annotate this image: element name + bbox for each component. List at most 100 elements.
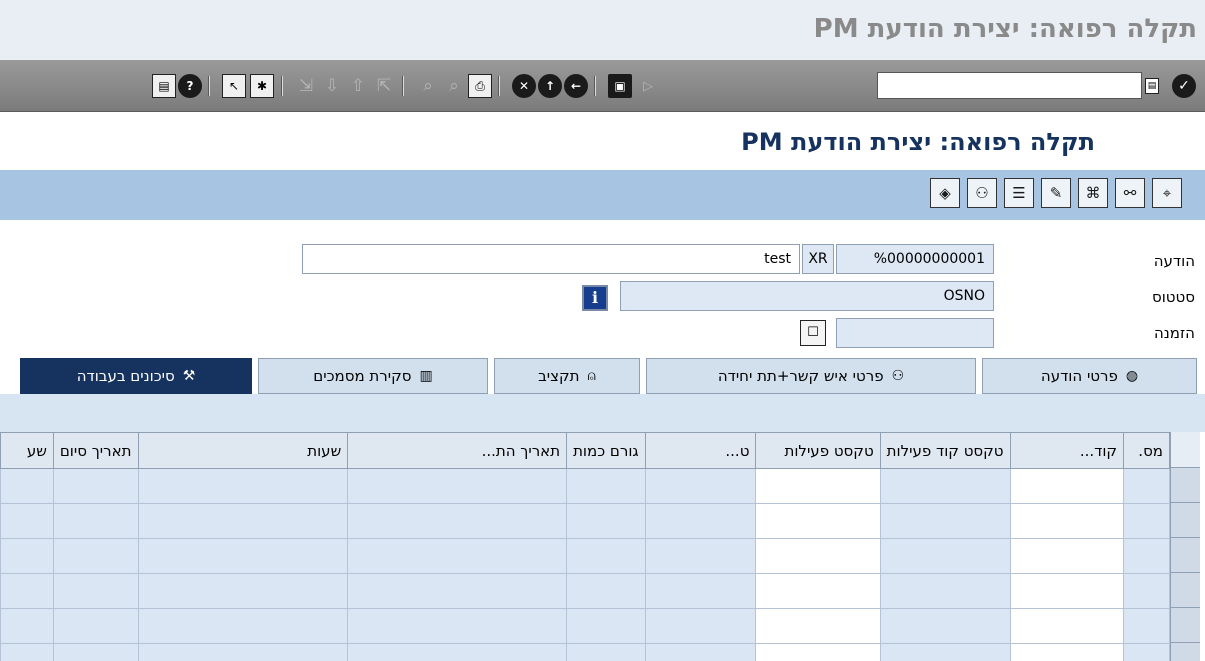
- table-cell[interactable]: [755, 643, 881, 661]
- table-cell[interactable]: [137, 608, 349, 644]
- table-cell[interactable]: [755, 468, 881, 504]
- table-cell[interactable]: [879, 468, 1011, 504]
- status-field[interactable]: OSNO: [620, 281, 994, 311]
- table-cell[interactable]: [644, 503, 757, 539]
- table-cell[interactable]: [566, 503, 646, 539]
- table-cell[interactable]: [347, 538, 568, 574]
- table-cell[interactable]: [52, 538, 139, 574]
- notification-number-field[interactable]: %00000000001: [836, 244, 994, 274]
- table-cell[interactable]: [52, 468, 139, 504]
- table-cell[interactable]: [644, 468, 757, 504]
- back-icon[interactable]: ←: [564, 74, 588, 98]
- table-cell[interactable]: [566, 643, 646, 661]
- table-cell[interactable]: [52, 503, 139, 539]
- table-cell[interactable]: [1009, 573, 1125, 609]
- table-cell[interactable]: [566, 538, 646, 574]
- table-cell[interactable]: [755, 573, 881, 609]
- table-cell[interactable]: [347, 468, 568, 504]
- table-cell[interactable]: [1009, 503, 1125, 539]
- order-field[interactable]: [836, 318, 994, 348]
- table-cell[interactable]: [347, 608, 568, 644]
- table-cell[interactable]: [644, 538, 757, 574]
- row-selector[interactable]: [1171, 573, 1200, 608]
- table-cell[interactable]: [0, 608, 54, 644]
- row-selector[interactable]: [1171, 643, 1200, 661]
- tab-document-overview[interactable]: ▥ סקירת מסמכים: [258, 358, 488, 394]
- column-header[interactable]: גורם כמות: [566, 432, 646, 469]
- column-header[interactable]: תאריך הת...: [347, 432, 568, 469]
- table-cell[interactable]: [1123, 468, 1170, 504]
- table-cell[interactable]: [52, 573, 139, 609]
- notification-type-field[interactable]: XR: [802, 244, 834, 274]
- table-cell[interactable]: [347, 643, 568, 661]
- table-cell[interactable]: [52, 608, 139, 644]
- table-cell[interactable]: [1123, 503, 1170, 539]
- exit-icon[interactable]: ↑: [538, 74, 562, 98]
- tab-work-risks[interactable]: ⚒ סיכונים בעבודה: [20, 358, 252, 394]
- table-cell[interactable]: [1009, 468, 1125, 504]
- tab-notification-details[interactable]: ◍ פרטי הודעה: [982, 358, 1197, 394]
- shortcut-icon[interactable]: ↖: [222, 74, 246, 98]
- column-header[interactable]: קוד...: [1009, 432, 1125, 469]
- document-icon[interactable]: ☰: [1004, 178, 1034, 208]
- column-header[interactable]: שעות: [137, 432, 349, 469]
- row-selector[interactable]: [1171, 503, 1200, 538]
- table-cell[interactable]: [1123, 573, 1170, 609]
- previous-page-icon[interactable]: ⇧: [346, 74, 370, 98]
- table-cell[interactable]: [879, 503, 1011, 539]
- select-all-button[interactable]: [1171, 432, 1200, 468]
- table-cell[interactable]: [566, 608, 646, 644]
- row-selector[interactable]: [1171, 538, 1200, 573]
- tools-icon[interactable]: ⌘: [1078, 178, 1108, 208]
- display-object-icon[interactable]: ◈: [930, 178, 960, 208]
- table-cell[interactable]: [0, 643, 54, 661]
- command-input[interactable]: [878, 73, 1141, 98]
- table-cell[interactable]: [137, 573, 349, 609]
- table-row[interactable]: [0, 503, 1170, 539]
- table-cell[interactable]: [137, 538, 349, 574]
- table-cell[interactable]: [644, 573, 757, 609]
- binoculars-icon[interactable]: ⚯: [1115, 178, 1145, 208]
- map-icon[interactable]: ⚇: [967, 178, 997, 208]
- next-icon[interactable]: ▷: [636, 74, 660, 98]
- first-page-icon[interactable]: ⇱: [372, 74, 396, 98]
- table-row[interactable]: [0, 573, 1170, 609]
- table-row[interactable]: [0, 468, 1170, 504]
- table-cell[interactable]: [1009, 643, 1125, 661]
- table-cell[interactable]: [52, 643, 139, 661]
- enter-icon[interactable]: ✓: [1172, 74, 1196, 98]
- column-header[interactable]: שע: [0, 432, 54, 469]
- table-cell[interactable]: [1009, 538, 1125, 574]
- table-row[interactable]: [0, 643, 1170, 661]
- column-header[interactable]: ט...: [644, 432, 757, 469]
- column-header[interactable]: תאריך סיום: [52, 432, 139, 469]
- table-cell[interactable]: [0, 468, 54, 504]
- table-cell[interactable]: [0, 573, 54, 609]
- next-page-icon[interactable]: ⇩: [320, 74, 344, 98]
- table-cell[interactable]: [644, 608, 757, 644]
- row-selector[interactable]: [1171, 468, 1200, 503]
- last-page-icon[interactable]: ⇲: [294, 74, 318, 98]
- edit-list-icon[interactable]: ✎: [1041, 178, 1071, 208]
- table-cell[interactable]: [347, 573, 568, 609]
- table-cell[interactable]: [566, 573, 646, 609]
- table-cell[interactable]: [0, 538, 54, 574]
- table-cell[interactable]: [879, 608, 1011, 644]
- notification-description-field[interactable]: test: [302, 244, 800, 274]
- save-icon[interactable]: ▣: [608, 74, 632, 98]
- tab-budget[interactable]: ⍝ תקציב: [494, 358, 640, 394]
- table-cell[interactable]: [879, 573, 1011, 609]
- new-session-icon[interactable]: ✱: [250, 74, 274, 98]
- print-icon[interactable]: ⎙: [468, 74, 492, 98]
- find-next-icon[interactable]: ⌕: [416, 74, 440, 98]
- find-icon[interactable]: ⌕: [442, 74, 466, 98]
- table-cell[interactable]: [755, 608, 881, 644]
- table-row[interactable]: [0, 538, 1170, 574]
- table-cell[interactable]: [644, 643, 757, 661]
- table-cell[interactable]: [566, 468, 646, 504]
- table-cell[interactable]: [0, 503, 54, 539]
- cancel-icon[interactable]: ✕: [512, 74, 536, 98]
- table-cell[interactable]: [1123, 538, 1170, 574]
- table-cell[interactable]: [879, 643, 1011, 661]
- column-header[interactable]: טקסט קוד פעילות: [879, 432, 1011, 469]
